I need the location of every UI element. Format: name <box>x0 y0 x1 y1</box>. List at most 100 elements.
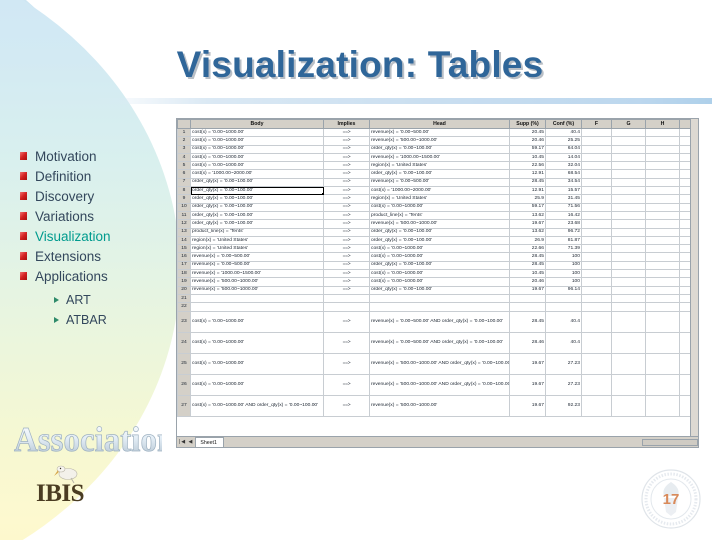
spreadsheet-body[interactable]: 1 cost(x) = '0.00~1000.00' ==> revenue(x) =… <box>177 127 698 417</box>
cell-body[interactable]: cost(x) = '0.00~1000.00' AND order_qty(x… <box>190 394 324 417</box>
row-header[interactable]: 21 <box>177 293 191 304</box>
row-header[interactable]: 9 <box>177 194 191 204</box>
cell-head[interactable]: cost(x) = '1000.00~2000.00' <box>369 186 510 196</box>
cell-conf[interactable]: 100 <box>545 252 582 262</box>
table-row[interactable]: 2 cost(x) = '0.00~1000.00' ==> revenue(x) =… <box>177 136 698 146</box>
cell-g[interactable] <box>611 169 646 179</box>
column-header-body[interactable]: Body <box>190 119 324 129</box>
cell-body[interactable]: region(x) = 'United States' <box>190 244 324 254</box>
cell-h[interactable] <box>645 202 680 212</box>
cell-g[interactable] <box>611 127 646 138</box>
cell-conf[interactable]: 100 <box>545 277 582 287</box>
cell-f[interactable] <box>581 210 612 221</box>
cell-head[interactable] <box>369 302 510 312</box>
spreadsheet-window[interactable]: Body Implies Head Supp (%) Conf (%) F G … <box>176 118 699 448</box>
cell-h[interactable] <box>645 310 680 333</box>
horizontal-scrollbar[interactable] <box>642 438 698 446</box>
table-row[interactable]: 11 order_qty(x) = '0.00~100.00' ==> product… <box>177 210 698 221</box>
cell-supp[interactable]: 28.45 <box>509 177 546 188</box>
cell-implies[interactable]: ==> <box>323 127 370 138</box>
cell-h[interactable] <box>645 302 680 312</box>
cell-implies[interactable]: ==> <box>323 152 370 163</box>
cell-supp[interactable]: 22.66 <box>509 244 546 254</box>
cell-conf[interactable] <box>545 302 582 312</box>
table-row[interactable]: 18 revenue(x) = '1000.00~1500.00' ==> cost(… <box>177 269 698 279</box>
cell-h[interactable] <box>645 352 680 375</box>
cell-head[interactable]: revenue(x) = '500.00~1000.00' <box>369 136 510 146</box>
table-row[interactable]: 21 <box>177 293 698 304</box>
cell-body[interactable]: order_qty(x) = '0.00~100.00' <box>190 219 324 229</box>
cell-head[interactable]: region(x) = 'United States' <box>369 161 510 171</box>
cell-conf[interactable]: 71.39 <box>545 244 582 254</box>
cell-head[interactable]: order_qty(x) = '0.00~100.00' <box>369 144 510 154</box>
cell-head[interactable]: cost(x) = '0.00~1000.00' <box>369 277 510 287</box>
row-header[interactable]: 12 <box>177 219 191 229</box>
row-header[interactable]: 18 <box>177 269 191 279</box>
cell-implies[interactable]: ==> <box>323 177 370 188</box>
table-row[interactable]: 23 cost(x) = '0.00~1000.00' ==> revenue(x) … <box>177 310 698 333</box>
cell-f[interactable] <box>581 394 612 417</box>
cell-f[interactable] <box>581 373 612 396</box>
cell-g[interactable] <box>611 219 646 229</box>
cell-supp[interactable]: 19.67 <box>509 352 546 375</box>
cell-supp[interactable]: 20.45 <box>509 127 546 138</box>
table-row[interactable]: 3 cost(x) = '0.00~1000.00' ==> order_qty(x)… <box>177 144 698 154</box>
table-row[interactable]: 6 cost(x) = '1000.00~2000.00' ==> order_qty… <box>177 169 698 179</box>
cell-h[interactable] <box>645 161 680 171</box>
cell-supp[interactable]: 10.45 <box>509 269 546 279</box>
cell-head[interactable]: cost(x) = '0.00~1000.00' <box>369 252 510 262</box>
cell-supp[interactable]: 19.67 <box>509 219 546 229</box>
cell-body[interactable]: order_qty(x) = '0.00~100.00' <box>190 177 324 188</box>
row-header[interactable]: 23 <box>177 310 191 333</box>
cell-conf[interactable]: 40.4 <box>545 310 582 333</box>
cell-h[interactable] <box>645 127 680 138</box>
tab-nav-arrows-icon[interactable]: |◀ ◀ <box>177 439 195 445</box>
row-header[interactable]: 20 <box>177 285 191 295</box>
cell-supp[interactable]: 25.9 <box>509 194 546 204</box>
cell-body[interactable] <box>190 293 324 304</box>
cell-conf[interactable]: 68.54 <box>545 169 582 179</box>
cell-conf[interactable]: 40.4 <box>545 331 582 354</box>
cell-body[interactable]: cost(x) = '0.00~1000.00' <box>190 127 324 138</box>
cell-f[interactable] <box>581 186 612 196</box>
row-header[interactable]: 24 <box>177 331 191 354</box>
outline-item-visualization[interactable]: Visualization <box>20 226 195 246</box>
cell-h[interactable] <box>645 210 680 221</box>
cell-conf[interactable]: 92.23 <box>545 394 582 417</box>
cell-f[interactable] <box>581 127 612 138</box>
cell-body[interactable]: cost(x) = '1000.00~2000.00' <box>190 169 324 179</box>
cell-conf[interactable]: 40.4 <box>545 127 582 138</box>
cell-head[interactable]: order_qty(x) = '0.00~100.00' <box>369 260 510 271</box>
cell-implies[interactable]: ==> <box>323 169 370 179</box>
sheet-tab-bar[interactable]: |◀ ◀ Sheet1 <box>177 436 698 447</box>
cell-supp[interactable]: 22.56 <box>509 161 546 171</box>
cell-body[interactable]: region(x) = 'United States' <box>190 235 324 246</box>
cell-conf[interactable]: 16.42 <box>545 210 582 221</box>
cell-h[interactable] <box>645 169 680 179</box>
cell-body[interactable]: order_qty(x) = '0.00~100.00' <box>190 194 324 204</box>
cell-h[interactable] <box>645 152 680 163</box>
cell-implies[interactable]: ==> <box>323 136 370 146</box>
cell-body[interactable]: cost(x) = '0.00~1000.00' <box>190 352 324 375</box>
cell-h[interactable] <box>645 144 680 154</box>
cell-g[interactable] <box>611 394 646 417</box>
column-header-h[interactable]: H <box>645 119 680 129</box>
cell-implies[interactable]: ==> <box>323 210 370 221</box>
row-header[interactable]: 17 <box>177 260 191 271</box>
cell-f[interactable] <box>581 244 612 254</box>
cell-g[interactable] <box>611 285 646 295</box>
row-header[interactable]: 27 <box>177 394 191 417</box>
table-row[interactable]: 16 revenue(x) = '0.00~500.00' ==> cost(x) =… <box>177 252 698 262</box>
cell-conf[interactable]: 100 <box>545 269 582 279</box>
cell-supp[interactable]: 13.62 <box>509 210 546 221</box>
cell-conf[interactable]: 96.14 <box>545 285 582 295</box>
cell-g[interactable] <box>611 277 646 287</box>
cell-f[interactable] <box>581 293 612 304</box>
cell-head[interactable]: revenue(x) = '0.00~500.00' AND order_qty… <box>369 310 510 333</box>
cell-conf[interactable]: 31.45 <box>545 194 582 204</box>
cell-body[interactable]: product_line(x) = 'Tents' <box>190 227 324 237</box>
cell-implies[interactable]: ==> <box>323 260 370 271</box>
cell-conf[interactable]: 15.57 <box>545 186 582 196</box>
row-header[interactable]: 22 <box>177 302 191 312</box>
cell-conf[interactable]: 23.68 <box>545 219 582 229</box>
